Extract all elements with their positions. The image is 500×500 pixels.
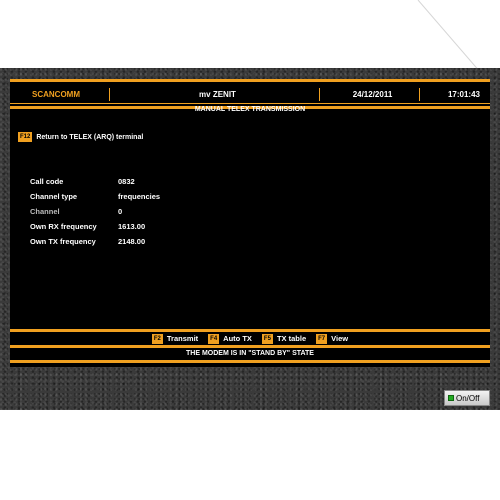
- return-button[interactable]: F12 Return to TELEX (ARQ) terminal: [18, 132, 143, 142]
- header-info-row: SCANCOMM mv ZENIT 24/12/2011 17:01:43: [10, 88, 490, 101]
- return-label: Return to TELEX (ARQ) terminal: [36, 133, 144, 141]
- param-label: Call code: [30, 177, 64, 186]
- param-label: Own RX frequency: [30, 222, 97, 231]
- vessel-name: mv ZENIT: [110, 88, 320, 101]
- function-key-label: View: [331, 334, 349, 343]
- param-label: Channel type: [30, 192, 78, 201]
- date-display: 24/12/2011: [320, 88, 420, 101]
- param-row-call-code: Call code 0832: [30, 174, 160, 189]
- auto-tx-button[interactable]: F4 Auto TX: [208, 333, 252, 344]
- function-key-badge: F7: [316, 333, 328, 344]
- terminal-screen: SCANCOMM mv ZENIT 24/12/2011 17:01:43 MA…: [10, 79, 490, 367]
- function-key-badge: F2: [151, 333, 163, 344]
- function-key-badge: F4: [208, 333, 220, 344]
- power-button[interactable]: On/Off: [444, 390, 490, 406]
- parameters-list: Call code 0832 Channel type frequencies …: [30, 174, 160, 249]
- transmit-button[interactable]: F2 Transmit: [151, 333, 199, 344]
- param-value: 0832: [118, 177, 135, 186]
- power-button-label: On/Off: [456, 393, 480, 403]
- param-row-own-tx-frequency: Own TX frequency 2148.00: [30, 234, 160, 249]
- brand-name: SCANCOMM: [10, 88, 110, 101]
- function-key-label: Transmit: [166, 334, 199, 343]
- time-display: 17:01:43: [447, 90, 480, 99]
- view-button[interactable]: F7 View: [316, 333, 349, 344]
- function-key-label: TX table: [276, 334, 307, 343]
- function-key-badge: F5: [261, 333, 273, 344]
- tx-table-button[interactable]: F5 TX table: [261, 333, 307, 344]
- param-value: 1613.00: [118, 222, 146, 231]
- param-row-channel-type: Channel type frequencies: [30, 189, 160, 204]
- function-key-label: Auto TX: [223, 334, 252, 343]
- param-value: frequencies: [118, 192, 161, 201]
- param-value: 2148.00: [118, 237, 146, 246]
- function-key-badge: F12: [18, 132, 33, 142]
- param-value: 0: [118, 207, 123, 216]
- function-keys-bar: F2 Transmit F4 Auto TX F5 TX table F7 Vi…: [10, 329, 490, 344]
- param-row-own-rx-frequency: Own RX frequency 1613.00: [30, 219, 160, 234]
- status-message: THE MODEM IS IN "STAND BY" STATE: [10, 345, 490, 363]
- header-bar: SCANCOMM mv ZENIT 24/12/2011 17:01:43 MA…: [10, 79, 490, 113]
- param-row-channel: Channel 0: [30, 204, 160, 219]
- param-label: Own TX frequency: [30, 237, 96, 246]
- param-label: Channel: [30, 207, 60, 216]
- page-title: MANUAL TELEX TRANSMISSION: [10, 103, 490, 115]
- power-led-icon: [448, 395, 454, 401]
